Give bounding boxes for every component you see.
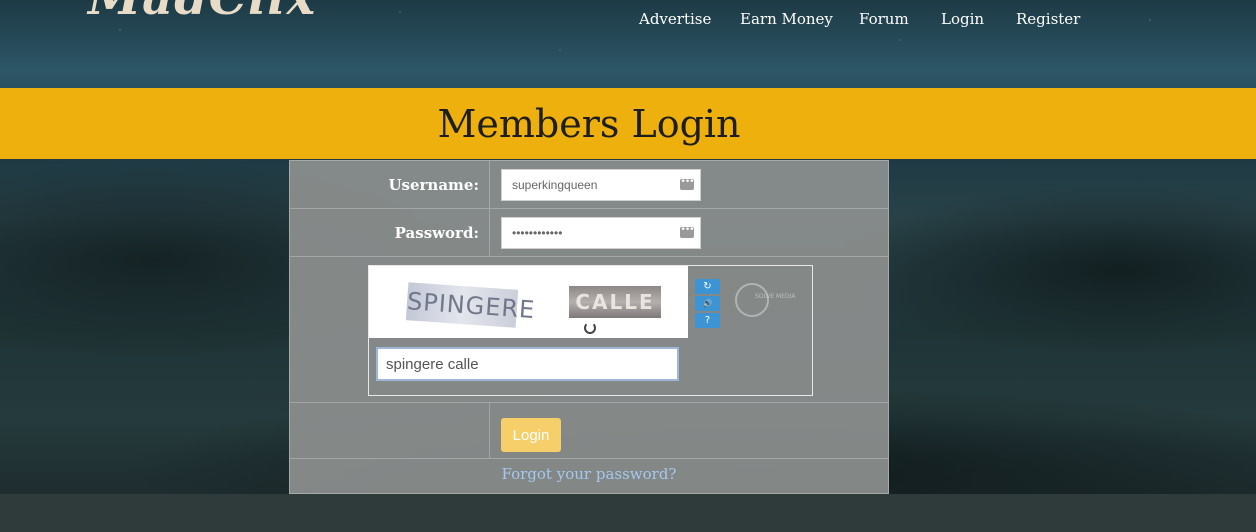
title-banner: Members Login [0, 88, 1256, 159]
login-button[interactable]: Login [501, 418, 561, 452]
refresh-icon[interactable]: ↻ [695, 279, 720, 294]
captcha-controls: ↻ 🔊 ? [695, 279, 720, 328]
captcha-brand: SOLVE MEDIA [755, 293, 796, 300]
loading-spinner-icon [584, 322, 596, 334]
captcha-input-wrap [376, 347, 679, 381]
password-input[interactable] [502, 218, 700, 248]
forgot-password-link[interactable]: Forgot your password? [290, 465, 888, 483]
audio-icon[interactable]: 🔊 [695, 296, 720, 311]
password-manager-icon[interactable]: ••• [680, 178, 694, 190]
page-title: Members Login [437, 101, 741, 146]
footer-band [0, 494, 1256, 532]
username-input[interactable] [502, 170, 700, 200]
captcha-input[interactable] [378, 349, 677, 379]
captcha-word-2: CALLE [569, 286, 661, 318]
solve-media-logo-icon [735, 283, 769, 317]
site-logo[interactable]: MadClix [88, 0, 316, 26]
password-field-wrap: ••• [501, 217, 701, 249]
submit-row: Login [290, 403, 888, 459]
login-form-panel: Username: ••• Password: ••• SPINGERE CAL… [289, 160, 889, 494]
username-label: Username: [290, 161, 490, 208]
username-field-wrap: ••• [501, 169, 701, 201]
submit-spacer [290, 403, 490, 458]
captcha-image: SPINGERE CALLE [369, 266, 688, 338]
captcha-widget: SPINGERE CALLE ↻ 🔊 ? SOLVE MEDIA [368, 265, 813, 396]
nav-register[interactable]: Register [1016, 10, 1080, 28]
help-icon[interactable]: ? [695, 313, 720, 328]
password-row: Password: ••• [290, 209, 888, 257]
nav-earn-money[interactable]: Earn Money [740, 10, 833, 28]
nav-login[interactable]: Login [941, 10, 984, 28]
password-label: Password: [290, 209, 490, 256]
password-manager-icon[interactable]: ••• [680, 226, 694, 238]
username-row: Username: ••• [290, 161, 888, 209]
nav-advertise[interactable]: Advertise [639, 10, 711, 28]
nav-forum[interactable]: Forum [859, 10, 909, 28]
captcha-word-1: SPINGERE [405, 282, 536, 328]
